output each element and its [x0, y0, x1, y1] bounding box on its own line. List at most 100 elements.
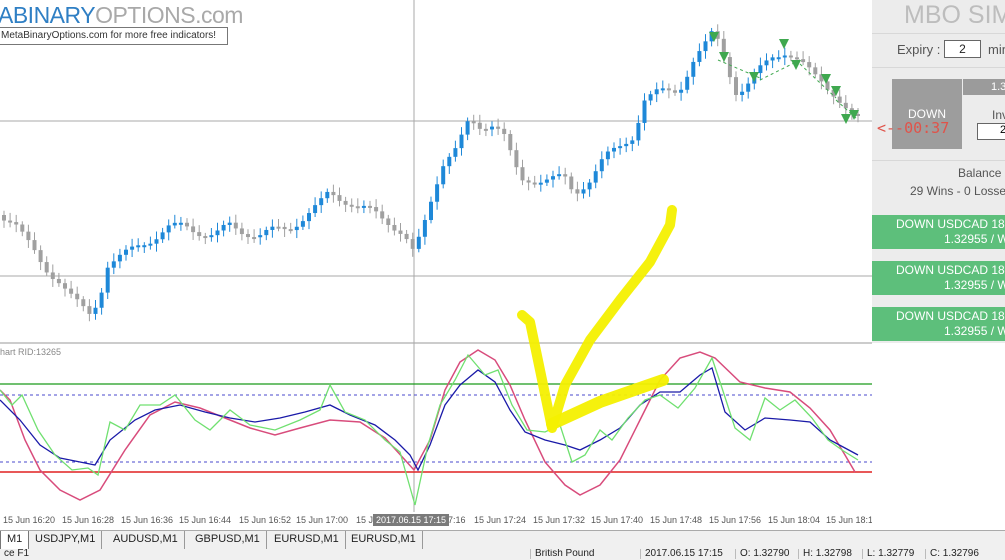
candle-body: [56, 278, 61, 284]
candle-body: [502, 128, 507, 135]
candle-body: [111, 261, 116, 268]
candle-body: [435, 184, 440, 202]
candle-body: [538, 182, 543, 185]
candle-body: [801, 59, 806, 63]
candle-body: [331, 191, 336, 196]
candle-body: [142, 245, 147, 248]
candle-body: [124, 249, 128, 255]
candle-body: [20, 224, 25, 232]
candle-body: [673, 90, 677, 93]
trade-line1: DOWN USDCAD 18: [896, 309, 1005, 323]
logo: ABINARYOPTIONS.com: [0, 2, 243, 28]
candle-body: [422, 220, 427, 237]
panel-divider: [872, 33, 1005, 34]
candle-body: [191, 226, 196, 233]
time-axis-label: 15 Jun 18:04: [768, 515, 820, 525]
candle-body: [697, 51, 702, 62]
candle-body: [185, 222, 189, 227]
candle-body: [252, 237, 257, 240]
candle-body: [14, 222, 19, 225]
candle-body: [764, 60, 769, 66]
candle-body: [740, 91, 745, 95]
candle-body: [630, 140, 635, 144]
candle-body: [776, 57, 781, 60]
invest-input[interactable]: 2: [977, 123, 1005, 140]
candle-body: [471, 121, 476, 124]
candle-body: [520, 167, 525, 181]
candle-body: [233, 222, 238, 229]
chart-area[interactable]: 15 Jun 16:20 15 Jun 16:28 15 Jun 16:36 15 J…: [0, 0, 1005, 530]
down-button[interactable]: DOWN: [892, 79, 962, 149]
candle-body: [569, 176, 574, 190]
candle-body: [50, 272, 55, 279]
candle-body: [178, 222, 183, 225]
candle-body: [770, 57, 775, 61]
time-axis-label: 15 Jun 17:48: [650, 515, 702, 525]
tab-eurusd-2[interactable]: EURUSD,M1: [345, 531, 423, 550]
tab-usdjpy[interactable]: USDJPY,M1: [29, 531, 103, 550]
status-help: ce F1: [4, 549, 30, 559]
trade-line2: 1.32955 / W: [944, 324, 1005, 338]
down-arrow-icon: [779, 39, 789, 49]
candle-body: [197, 232, 202, 237]
trade-entry[interactable]: DOWN USDCAD 18 1.32955 / W: [872, 215, 1005, 249]
candle-body: [666, 88, 671, 91]
tab-audusd[interactable]: AUDUSD,M1: [107, 531, 185, 550]
candle-body: [313, 205, 318, 214]
candle-body: [258, 235, 263, 238]
expiry-input[interactable]: 2: [944, 40, 981, 58]
candle-body: [166, 225, 171, 233]
candle-body: [380, 211, 385, 219]
candle-body: [727, 57, 732, 78]
candle-body: [63, 283, 67, 289]
candle-body: [813, 67, 818, 75]
candle-body: [575, 189, 580, 194]
panel-divider: [872, 67, 1005, 68]
status-bar: ce F1 British Pound 2017.06.15 17:15 O: …: [0, 549, 1005, 560]
candle-body: [264, 229, 269, 236]
time-axis-label: 15 Jun 16:44: [179, 515, 231, 525]
tab-eurusd[interactable]: EURUSD,M1: [268, 531, 346, 550]
candle-body: [465, 121, 470, 135]
candle-body: [410, 239, 415, 249]
candle-body: [599, 159, 604, 172]
candle-body: [587, 182, 592, 190]
chart-tabs: M1 USDJPY,M1 AUDUSD,M1 GBPUSD,M1 EURUSD,…: [0, 530, 1005, 550]
candle-body: [642, 100, 647, 123]
candle-body: [477, 122, 482, 129]
candle-body: [624, 143, 629, 147]
candle-body: [2, 215, 6, 221]
candle-body: [795, 57, 799, 60]
candle-body: [398, 230, 403, 234]
trade-entry[interactable]: DOWN USDCAD 18 1.32955 / W: [872, 307, 1005, 341]
candle-body: [685, 76, 690, 90]
candle-body: [508, 134, 513, 151]
candle-body: [8, 220, 13, 223]
trade-entry[interactable]: DOWN USDCAD 18 1.32955 / W: [872, 261, 1005, 295]
time-axis-label: 15 Jun 17:40: [591, 515, 643, 525]
simulator-panel: MBO SIM Expiry : 2 min 1.3 DOWN Inv 2 <-…: [872, 0, 1005, 343]
candle-body: [32, 240, 37, 251]
candle-body: [349, 204, 354, 207]
trade-line2: 1.32955 / W: [944, 278, 1005, 292]
candle-body: [618, 146, 623, 149]
time-axis-label: 15 Jun 16:36: [121, 515, 173, 525]
candle-body: [75, 293, 80, 300]
candle-body: [526, 180, 531, 183]
status-time: 2017.06.15 17:15: [640, 549, 723, 559]
price-chart[interactable]: 15 Jun 16:20 15 Jun 16:28 15 Jun 16:36 15 J…: [0, 0, 872, 530]
time-axis-label: 15 Jun 17:24: [474, 515, 526, 525]
candle-body: [288, 229, 293, 232]
tab-m1[interactable]: M1: [0, 531, 30, 550]
candle-body: [276, 226, 281, 229]
candle-body: [496, 126, 501, 129]
candle-body: [361, 205, 366, 208]
candle-body: [99, 292, 104, 308]
time-axis-label: 15 Jun 17:00: [296, 515, 348, 525]
wins-losses: 29 Wins - 0 Losse: [910, 184, 1005, 198]
time-axis-label: 15 Jun 16:20: [3, 515, 55, 525]
tab-gbpusd[interactable]: GBPUSD,M1: [189, 531, 267, 550]
candle-body: [429, 201, 433, 221]
candle-body: [612, 147, 616, 152]
candle-body: [282, 226, 287, 230]
